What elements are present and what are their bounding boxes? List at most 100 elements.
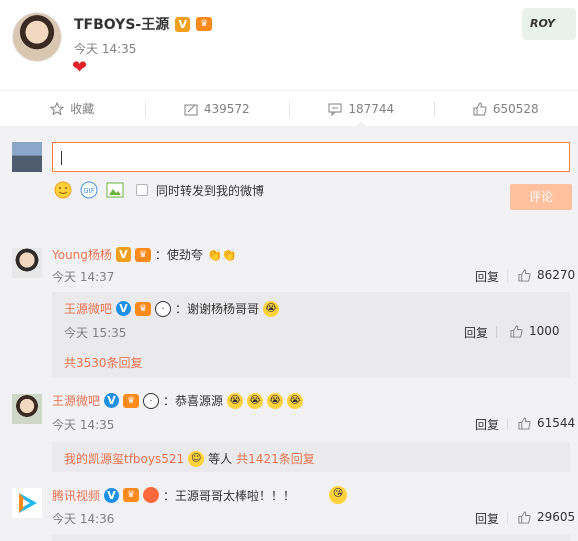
like-icon bbox=[518, 416, 531, 430]
svg-text:GIF: GIF bbox=[83, 187, 95, 195]
comment-like-count: 29605 bbox=[537, 510, 576, 524]
comment-line: 腾讯视频 V ♛ ：王源哥哥太棒啦！！！ 😘 bbox=[52, 486, 348, 504]
comment-username[interactable]: 王源微吧 bbox=[52, 392, 100, 409]
submit-comment-button[interactable]: 评论 bbox=[510, 184, 572, 210]
comment-username[interactable]: 腾讯视频 bbox=[52, 487, 100, 504]
panda-icon: · bbox=[155, 300, 172, 317]
like-icon bbox=[518, 510, 531, 524]
comment-like-button[interactable]: 86270 bbox=[518, 268, 575, 282]
comments-panel: GIF 同时转发到我的微博 评论 Young杨杨 V ♛ ：使劲夸 👏👏 今天 … bbox=[0, 126, 578, 541]
author-line: TFBOYS-王源 V ♛ bbox=[74, 14, 213, 34]
crying-emoji-icon: 😭 bbox=[247, 392, 264, 409]
like-icon bbox=[518, 268, 531, 282]
verified-badge-icon: V bbox=[104, 487, 120, 503]
action-bar: 收藏 439572 187744 650528 bbox=[0, 90, 578, 127]
forward-label: 同时转发到我的微博 bbox=[156, 183, 265, 198]
image-icon[interactable] bbox=[106, 181, 124, 199]
repost-count: 439572 bbox=[203, 101, 250, 116]
gif-icon[interactable]: GIF bbox=[80, 181, 98, 199]
sub-reply-username[interactable]: 王源微吧 bbox=[64, 300, 112, 317]
clap-emoji-icon: 👏👏 bbox=[206, 247, 237, 262]
reply-button[interactable]: 回复 bbox=[475, 510, 499, 527]
comment-time[interactable]: 今天 14:36 bbox=[52, 510, 114, 527]
sub-reply-username[interactable]: 我的凯源玺tfboys521 bbox=[64, 450, 184, 467]
comment-button[interactable]: 187744 bbox=[289, 91, 434, 127]
sub-reply-box: 我的凯源玺tfboys521 ☺ 等人 共1421条回复 bbox=[52, 442, 570, 472]
comment-text: ：恭喜源源 bbox=[163, 394, 224, 408]
verified-badge-icon[interactable]: V bbox=[175, 16, 191, 32]
author-name[interactable]: TFBOYS-王源 bbox=[74, 14, 169, 34]
sub-reply-box bbox=[52, 534, 570, 541]
smile-emoji-icon: ☺ bbox=[188, 450, 205, 467]
verified-badge-icon: V bbox=[104, 393, 120, 408]
kiss-emoji-icon: 😘 bbox=[329, 486, 348, 504]
like-count: 650528 bbox=[492, 101, 539, 116]
member-crown-icon[interactable]: ♛ bbox=[196, 17, 213, 31]
more-replies-link[interactable]: 共3530条回复 bbox=[64, 354, 143, 371]
corner-badge-text: ROY bbox=[530, 17, 555, 30]
fire-badge-icon bbox=[143, 487, 160, 503]
post-time[interactable]: 今天 14:35 bbox=[74, 40, 136, 57]
sub-reply-button[interactable]: 回复 bbox=[464, 324, 488, 341]
reply-button[interactable]: 回复 bbox=[475, 416, 499, 433]
like-icon bbox=[510, 324, 523, 338]
comment-avatar[interactable] bbox=[12, 394, 42, 424]
sub-reply-box: 王源微吧 V ♛ · ：谢谢杨杨哥哥 😭 今天 15:35 回复 1000 共3… bbox=[52, 292, 570, 378]
comment-like-count: 86270 bbox=[537, 268, 576, 282]
divider bbox=[507, 512, 508, 524]
crying-emoji-icon: 😭 bbox=[263, 300, 280, 317]
comment-like-button[interactable]: 29605 bbox=[518, 510, 575, 524]
member-crown-icon: ♛ bbox=[123, 488, 140, 502]
comment-time[interactable]: 今天 14:35 bbox=[52, 416, 114, 433]
member-crown-icon: ♛ bbox=[135, 301, 152, 316]
comment-count: 187744 bbox=[348, 101, 395, 116]
comment-line: 王源微吧 V ♛ · ：恭喜源源 😭 😭 😭 😭 bbox=[52, 392, 304, 409]
member-crown-icon: ♛ bbox=[123, 393, 140, 408]
like-icon bbox=[473, 101, 487, 115]
comment-text: ：王源哥哥太棒啦！！！ bbox=[163, 488, 296, 503]
repost-button[interactable]: 439572 bbox=[144, 91, 290, 126]
verified-badge-icon: V bbox=[116, 301, 132, 316]
sub-reply-like-button[interactable]: 1000 bbox=[510, 324, 560, 338]
comment-like-count: 61544 bbox=[537, 416, 576, 430]
smile-icon[interactable] bbox=[54, 181, 72, 199]
repost-icon bbox=[184, 104, 198, 115]
comment-time[interactable]: 今天 14:37 bbox=[52, 268, 114, 285]
corner-decoration-badge: ROY bbox=[522, 8, 576, 40]
author-avatar[interactable] bbox=[12, 12, 62, 62]
sub-reply-like-count: 1000 bbox=[529, 324, 560, 338]
sub-reply-line: 王源微吧 V ♛ · ：谢谢杨杨哥哥 😭 bbox=[64, 300, 280, 317]
sub-reply-time[interactable]: 今天 15:35 bbox=[64, 324, 126, 341]
divider bbox=[507, 270, 508, 282]
crying-emoji-icon: 😭 bbox=[287, 392, 304, 409]
star-icon bbox=[50, 101, 65, 115]
weibo-post: TFBOYS-王源 V ♛ 今天 14:35 ❤ ROY bbox=[0, 0, 578, 90]
comment-like-button[interactable]: 61544 bbox=[518, 416, 575, 430]
compose-toolbar: GIF 同时转发到我的微博 bbox=[54, 181, 264, 199]
sub-reply-summary: 我的凯源玺tfboys521 ☺ 等人 共1421条回复 bbox=[64, 450, 315, 467]
tencent-video-logo-icon bbox=[19, 493, 37, 513]
my-avatar bbox=[12, 142, 42, 172]
crying-emoji-icon: 😭 bbox=[267, 392, 284, 409]
favorite-label: 收藏 bbox=[70, 102, 95, 116]
comment-icon bbox=[328, 103, 342, 116]
comment-text: ：使劲夸 bbox=[154, 248, 203, 262]
favorite-button[interactable]: 收藏 bbox=[0, 91, 145, 126]
sub-reply-etc: 等人 bbox=[208, 452, 233, 466]
comment-input[interactable] bbox=[52, 142, 570, 172]
forward-checkbox[interactable] bbox=[136, 184, 148, 196]
like-button[interactable]: 650528 bbox=[433, 91, 578, 126]
comment-avatar[interactable] bbox=[12, 488, 42, 518]
divider bbox=[496, 326, 497, 338]
comment-line: Young杨杨 V ♛ ：使劲夸 👏👏 bbox=[52, 246, 237, 263]
comment-avatar[interactable] bbox=[12, 248, 42, 278]
more-replies-link[interactable]: 共1421条回复 bbox=[236, 450, 315, 467]
member-crown-icon: ♛ bbox=[134, 247, 151, 262]
verified-badge-icon: V bbox=[115, 247, 131, 262]
comment-username[interactable]: Young杨杨 bbox=[52, 246, 112, 263]
crying-emoji-icon: 😭 bbox=[227, 392, 244, 409]
heart-icon: ❤ bbox=[72, 57, 88, 78]
panda-icon: · bbox=[143, 392, 160, 409]
reply-button[interactable]: 回复 bbox=[475, 268, 499, 285]
divider bbox=[507, 418, 508, 430]
